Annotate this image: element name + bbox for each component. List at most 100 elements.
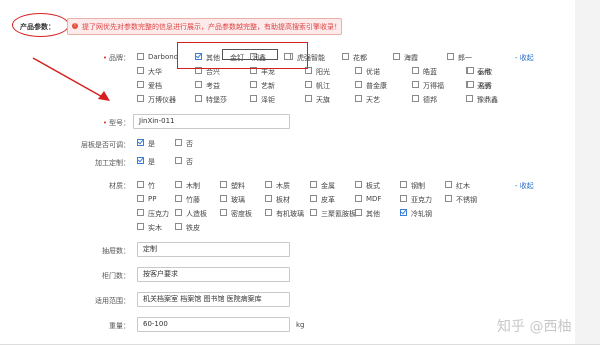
brand-option-checkbox[interactable] bbox=[137, 53, 144, 60]
material-option-label: 玻璃 bbox=[231, 196, 245, 204]
material-option-label: 压克力 bbox=[148, 210, 169, 218]
brand-option-checkbox[interactable] bbox=[355, 67, 362, 74]
material-option-label: 金属 bbox=[321, 182, 335, 190]
brand-option-label: 泽钜 bbox=[261, 96, 275, 104]
drawers-label: 抽屉数： bbox=[102, 247, 130, 255]
brand-option-checkbox[interactable] bbox=[195, 81, 202, 88]
material-option-label: 三聚氰胺板 bbox=[321, 210, 356, 218]
material-option-label: 竹藤 bbox=[186, 196, 200, 204]
material-option-checkbox[interactable] bbox=[445, 195, 452, 202]
model-label: • 型号： bbox=[102, 119, 130, 127]
material-option-checkbox[interactable] bbox=[220, 181, 227, 188]
material-option-checkbox[interactable] bbox=[445, 181, 452, 188]
material-option-checkbox[interactable] bbox=[175, 209, 182, 216]
brand-option-checkbox[interactable] bbox=[393, 53, 400, 60]
material-option-checkbox[interactable] bbox=[175, 181, 182, 188]
usage-input[interactable]: 机关档案室 档案馆 图书馆 医院病案库 bbox=[137, 292, 290, 307]
brand-option-checkbox[interactable] bbox=[447, 53, 454, 60]
material-option-checkbox[interactable] bbox=[137, 181, 144, 188]
brand-option-checkbox[interactable] bbox=[137, 95, 144, 102]
customizable-no-checkbox[interactable] bbox=[175, 157, 182, 164]
adjustable-yes-checkbox[interactable] bbox=[137, 139, 144, 146]
brand-option-checkbox[interactable] bbox=[412, 67, 419, 74]
brand-option-checkbox[interactable] bbox=[467, 81, 474, 88]
material-option-label: 钢制 bbox=[411, 182, 425, 190]
material-option-label: 皮革 bbox=[321, 196, 335, 204]
model-input[interactable]: JinXin-011 bbox=[133, 114, 290, 129]
material-option-checkbox[interactable] bbox=[310, 209, 317, 216]
notice-banner: ! 提了网优先对参数完整的信息进行展示，产品参数越完整，有助提高搜索引擎收录！ bbox=[67, 18, 342, 35]
material-option-checkbox[interactable] bbox=[310, 195, 317, 202]
material-option-label: 红木 bbox=[456, 182, 470, 190]
brand-option-checkbox[interactable] bbox=[195, 95, 202, 102]
brand-option-checkbox[interactable] bbox=[250, 81, 257, 88]
brand-option-label: 郎一 bbox=[458, 54, 472, 62]
brand-option-label: 万博仪器 bbox=[148, 96, 176, 104]
warning-icon: ! bbox=[72, 23, 78, 29]
brand-option-label: 豫鼎鑫 bbox=[477, 96, 498, 104]
brand-option-checkbox[interactable] bbox=[305, 81, 312, 88]
material-option-checkbox[interactable] bbox=[400, 195, 407, 202]
material-option-checkbox[interactable] bbox=[265, 195, 272, 202]
material-option-checkbox[interactable] bbox=[175, 195, 182, 202]
drawers-input[interactable]: 定制 bbox=[137, 242, 290, 257]
material-option-checkbox[interactable] bbox=[175, 223, 182, 230]
material-option-label: 实木 bbox=[148, 224, 162, 232]
brand-option-label: 天艺 bbox=[366, 96, 380, 104]
brand-option-checkbox[interactable] bbox=[305, 95, 312, 102]
brand-option-label: 特堡莎 bbox=[206, 96, 227, 104]
material-option-label: 塑料 bbox=[231, 182, 245, 190]
brand-option-checkbox[interactable] bbox=[467, 67, 474, 74]
brand-option-label: 优诺 bbox=[366, 68, 380, 76]
material-option-checkbox[interactable] bbox=[220, 195, 227, 202]
customizable-no-label: 否 bbox=[186, 158, 193, 166]
material-option-label: 人造板 bbox=[186, 210, 207, 218]
scrollbar-track[interactable] bbox=[575, 0, 600, 345]
brand-option-label: 名秀 bbox=[478, 82, 492, 90]
material-option-label: PP bbox=[148, 195, 157, 203]
adjustable-no-checkbox[interactable] bbox=[175, 139, 182, 146]
brand-option-checkbox[interactable] bbox=[355, 81, 362, 88]
highlight-box bbox=[222, 49, 278, 60]
annotation-ellipse bbox=[12, 13, 69, 37]
brand-option-label: 万得福 bbox=[423, 82, 444, 90]
doors-input[interactable]: 按客户要求 bbox=[137, 267, 290, 282]
material-option-checkbox[interactable] bbox=[137, 195, 144, 202]
material-option-checkbox[interactable] bbox=[220, 209, 227, 216]
material-option-checkbox[interactable] bbox=[137, 209, 144, 216]
brand-option-checkbox[interactable] bbox=[250, 95, 257, 102]
brand-option-checkbox[interactable] bbox=[412, 81, 419, 88]
material-option-checkbox[interactable] bbox=[400, 181, 407, 188]
brand-option-label: 爱档 bbox=[148, 82, 162, 90]
material-option-label: 板材 bbox=[276, 196, 290, 204]
brand-option-checkbox[interactable] bbox=[355, 95, 362, 102]
brand-option-checkbox[interactable] bbox=[412, 95, 419, 102]
brand-option-label: 德邦 bbox=[423, 96, 437, 104]
adjustable-no-label: 否 bbox=[186, 140, 193, 148]
material-option-checkbox[interactable] bbox=[400, 209, 407, 216]
brand-option-label: 阳光 bbox=[316, 68, 330, 76]
material-option-label: 板式 bbox=[366, 182, 380, 190]
brand-option-label: 皓蓝 bbox=[423, 68, 437, 76]
material-option-checkbox[interactable] bbox=[265, 181, 272, 188]
customizable-yes-checkbox[interactable] bbox=[137, 157, 144, 164]
brand-option-label: 大华 bbox=[148, 68, 162, 76]
material-option-label: 密度板 bbox=[231, 210, 252, 218]
brand-label: • 品牌： bbox=[102, 54, 130, 62]
material-option-checkbox[interactable] bbox=[355, 209, 362, 216]
customizable-label: 加工定制： bbox=[95, 159, 130, 167]
brand-collapse-link[interactable]: - 收起 bbox=[515, 53, 534, 63]
material-collapse-link[interactable]: - 收起 bbox=[515, 181, 534, 191]
material-option-checkbox[interactable] bbox=[265, 209, 272, 216]
doors-label: 柜门数： bbox=[102, 272, 130, 280]
material-option-checkbox[interactable] bbox=[310, 181, 317, 188]
brand-option-checkbox[interactable] bbox=[137, 67, 144, 74]
brand-option-checkbox[interactable] bbox=[466, 95, 473, 102]
material-option-checkbox[interactable] bbox=[137, 223, 144, 230]
weight-input[interactable]: 60-100 bbox=[137, 317, 290, 332]
brand-option-checkbox[interactable] bbox=[342, 53, 349, 60]
brand-option-checkbox[interactable] bbox=[137, 81, 144, 88]
usage-label: 适用范围： bbox=[95, 297, 130, 305]
material-option-checkbox[interactable] bbox=[355, 195, 362, 202]
material-option-checkbox[interactable] bbox=[355, 181, 362, 188]
